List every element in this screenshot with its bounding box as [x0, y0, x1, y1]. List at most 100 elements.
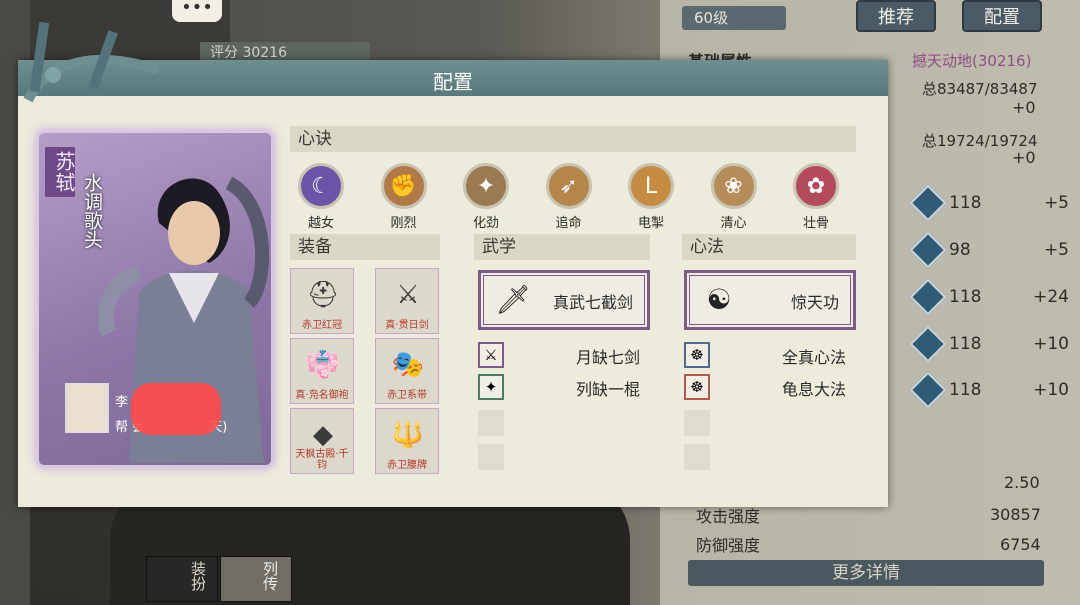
player-name: 李: [115, 395, 129, 410]
biography-tab[interactable]: 列传: [220, 556, 292, 602]
xinjue-label: 刚烈: [390, 216, 417, 231]
diamond-icon: [909, 278, 947, 316]
sword-decoration-icon: [23, 21, 160, 103]
xinfa-main-label: 惊天功: [790, 293, 839, 312]
diamond-icon: [909, 325, 947, 363]
xinjue-item[interactable]: ❀ 清心: [709, 163, 759, 231]
equipment-label: 赤卫腰牌: [387, 460, 427, 471]
xinjue-label: 追命: [555, 216, 582, 231]
equipment-icon: 🎭: [391, 350, 425, 380]
wuxue-header: 武学: [474, 234, 650, 260]
equipment-slot[interactable]: ◆ 天枫古殿·千钧: [290, 408, 354, 474]
stat-value: 118: [949, 334, 982, 354]
equipment-label: 赤卫系带: [387, 390, 427, 401]
xinjue-header: 心诀: [290, 126, 856, 152]
equipment-header: 装备: [290, 234, 440, 260]
xinjue-item[interactable]: ☾ 越女: [296, 163, 346, 231]
xinjue-icon: ➶: [545, 163, 592, 209]
xinjue-icon: ✿: [793, 163, 839, 209]
xinjue-label: 清心: [720, 216, 747, 231]
xinjue-item[interactable]: ✿ 壮骨: [791, 163, 841, 231]
total-hp: 总83487/83487: [922, 80, 1038, 98]
defense-value: 6754: [1000, 535, 1041, 554]
xinjue-label: 化劲: [472, 216, 499, 231]
xinfa-header: 心法: [682, 234, 856, 260]
biography-tab-label: 列传: [261, 561, 279, 591]
dress-tab[interactable]: 装扮: [146, 556, 218, 602]
empty-skill-slot[interactable]: [684, 410, 710, 436]
stat-value: 118: [949, 380, 982, 400]
stat-bonus: +10: [1033, 334, 1069, 354]
level-badge: 60级: [682, 6, 786, 30]
xinfa-main-skill[interactable]: ☯ 惊天功: [684, 270, 856, 330]
equipment-icon: 👘: [306, 350, 340, 380]
hp-bonus: +0: [1012, 98, 1036, 117]
diamond-icon: [909, 371, 947, 409]
wuxue-main-label: 真武七截剑: [552, 293, 633, 312]
stat-row: 98 +5: [909, 231, 1069, 269]
stat-value: 118: [949, 193, 982, 213]
xinfa-skill-row[interactable]: ☸ 龟息大法: [684, 374, 856, 400]
recommend-button[interactable]: 推荐: [856, 0, 936, 32]
empty-skill-slot[interactable]: [478, 444, 504, 470]
equipment-label: 赤卫红冠: [302, 320, 342, 331]
stat-bonus: +5: [1043, 240, 1069, 260]
wuxue-skill-row[interactable]: ✦ 列缺一棍: [478, 374, 650, 400]
stat-value: 98: [949, 240, 971, 260]
diamond-icon: [909, 184, 947, 222]
equipment-label: 真·贯日剑: [385, 320, 429, 331]
equipment-slot[interactable]: ⛑ 赤卫红冠: [290, 268, 354, 334]
stat-row: 118 +10: [909, 325, 1069, 363]
wuxue-skill-label: 列缺一棍: [575, 380, 640, 399]
xinfa-skill-label: 龟息大法: [781, 380, 846, 399]
equipment-label: 天枫古殿·千钧: [295, 449, 349, 471]
config-button[interactable]: 配置: [962, 0, 1042, 32]
stat-bonus: +5: [1043, 193, 1069, 213]
wuxue-skill-label: 月缺七剑: [575, 348, 640, 367]
equipment-slot[interactable]: 🔱 赤卫腰牌: [375, 408, 439, 474]
mp-bonus: +0: [1012, 148, 1036, 167]
equipment-icon: ⚔: [396, 280, 420, 310]
sword-fighter-icon: 🗡: [495, 283, 531, 316]
xinjue-icon: ❀: [710, 163, 757, 209]
xinjue-icon: ✦: [463, 163, 509, 209]
stat-bonus: +24: [1033, 287, 1069, 307]
redaction-mark: [131, 383, 221, 435]
diamond-icon: [909, 231, 947, 269]
xinjue-item[interactable]: ✊ 刚烈: [379, 163, 429, 231]
stat-row: 118 +5: [909, 184, 1069, 222]
config-dialog: 配置 苏轼 水调歌头 李 帮 会 天) 心诀 ☾ 越女 ✊ 刚烈 ✦ 化劲 ➶ 追命 L 电掣 ❀ 清…: [18, 21, 888, 507]
defense-label: 防御强度: [696, 536, 761, 555]
xinfa-skill-row[interactable]: ☸ 全真心法: [684, 342, 856, 368]
score-label: 评分: [210, 45, 238, 61]
ratio-value: 2.50: [1004, 473, 1040, 492]
stat-value: 118: [949, 287, 982, 307]
xinjue-icon: L: [628, 163, 674, 209]
meditating-figure-icon: ☯: [706, 283, 732, 316]
score-value: 30216: [242, 45, 287, 61]
empty-skill-slot[interactable]: [478, 410, 504, 436]
equipment-slot[interactable]: 🎭 赤卫系带: [375, 338, 439, 404]
xinjue-label: 越女: [307, 216, 334, 231]
chat-bubble-icon[interactable]: •••: [172, 0, 222, 22]
xinfa-skill-label: 全真心法: [781, 348, 846, 367]
equipment-slot[interactable]: 👘 真·凫名御袍: [290, 338, 354, 404]
stat-row: 118 +24: [909, 278, 1069, 316]
equipment-label: 真·凫名御袍: [295, 390, 349, 401]
empty-skill-slot[interactable]: [684, 444, 710, 470]
attack-value: 30857: [990, 505, 1041, 524]
wuxue-skill-row[interactable]: ⚔ 月缺七剑: [478, 342, 650, 368]
xinjue-label: 电掣: [637, 216, 664, 231]
character-name: 苏轼: [45, 147, 76, 197]
xinjue-label: 壮骨: [802, 216, 829, 231]
wuxue-main-skill[interactable]: 🗡 真武七截剑: [478, 270, 650, 330]
skill-icon: ⚔: [478, 342, 504, 368]
equipment-slot[interactable]: ⚔ 真·贯日剑: [375, 268, 439, 334]
xinjue-item[interactable]: L 电掣: [626, 163, 676, 231]
character-card[interactable]: 苏轼 水调歌头 李 帮 会 天): [36, 130, 274, 468]
stat-row: 118 +10: [909, 371, 1069, 409]
more-details-button[interactable]: 更多详情: [688, 560, 1044, 586]
xinjue-item[interactable]: ✦ 化劲: [461, 163, 511, 231]
player-avatar: [65, 383, 109, 433]
xinjue-item[interactable]: ➶ 追命: [544, 163, 594, 231]
